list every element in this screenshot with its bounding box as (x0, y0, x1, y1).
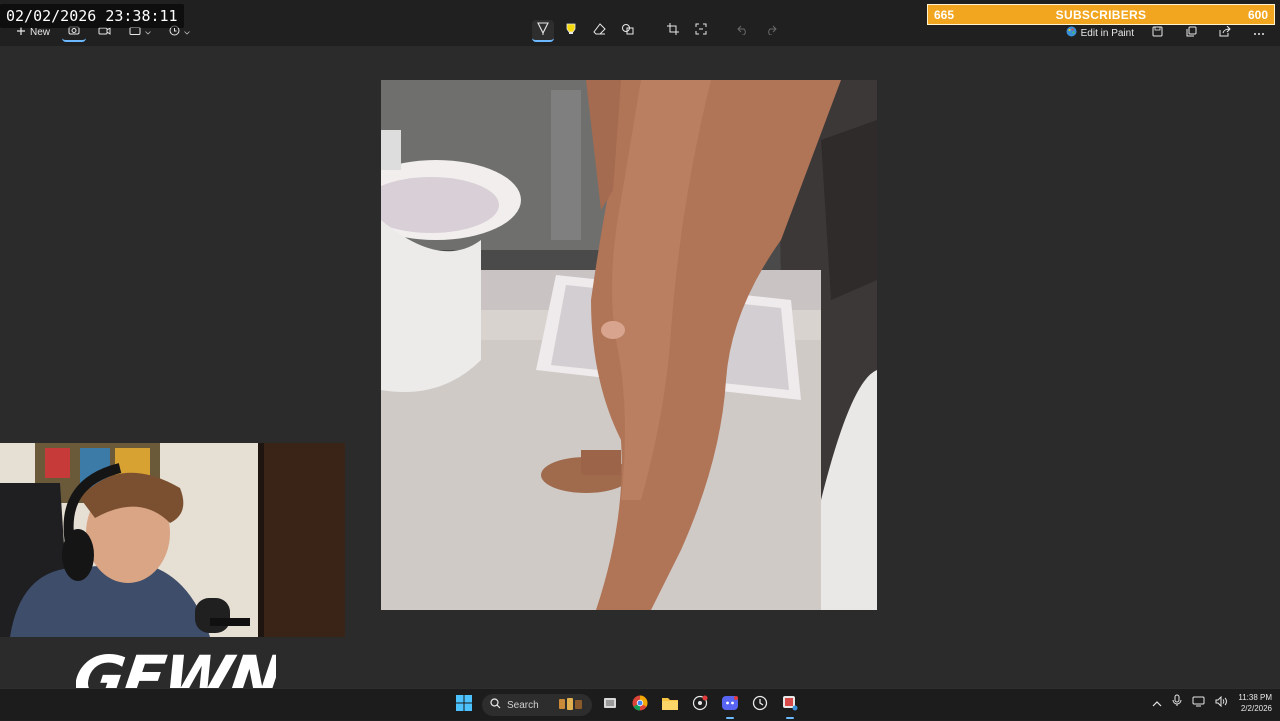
snipping-tool-icon (782, 695, 798, 716)
webcam-feed (0, 443, 345, 637)
webcam-illustration (0, 443, 345, 637)
more-icon (1253, 28, 1265, 39)
app-button[interactable] (688, 693, 712, 717)
more-options-button[interactable] (1248, 22, 1270, 44)
start-button[interactable] (452, 693, 476, 717)
file-explorer-button[interactable] (658, 693, 682, 717)
new-button-label: New (30, 26, 51, 38)
markup-tools (532, 20, 782, 42)
edit-in-paint-button[interactable]: Edit in Paint (1066, 26, 1134, 40)
microphone-icon[interactable] (1172, 694, 1182, 712)
chevron-down-icon (145, 27, 151, 38)
search-icon (490, 698, 501, 712)
toolbar-right: Edit in Paint (1066, 22, 1270, 44)
taskbar-apps: Search (452, 693, 802, 719)
eraser-button[interactable] (588, 20, 610, 42)
highlighter-icon (565, 22, 577, 41)
network-icon[interactable] (1192, 694, 1205, 712)
discord-button[interactable] (718, 693, 742, 719)
text-actions-button[interactable] (690, 20, 712, 42)
redo-button[interactable] (760, 20, 782, 42)
widgets-icon (558, 697, 584, 714)
chrome-button[interactable] (628, 693, 652, 717)
photo-illustration (381, 80, 877, 610)
captured-image (381, 80, 877, 610)
file-explorer-icon (662, 696, 678, 715)
shapes-button[interactable] (616, 20, 638, 42)
app-icon (692, 695, 708, 716)
volume-icon[interactable] (1215, 694, 1228, 712)
search-label: Search (507, 699, 539, 711)
edit-in-paint-label: Edit in Paint (1080, 27, 1134, 39)
save-icon (1152, 26, 1163, 40)
subscriber-goal-bar: 665 SUBSCRIBERS 600 (927, 4, 1275, 25)
shapes-icon (621, 22, 634, 40)
undo-button[interactable] (732, 20, 754, 42)
share-icon (1219, 25, 1231, 40)
highlighter-button[interactable] (560, 20, 582, 42)
clock-app-button[interactable] (748, 693, 772, 717)
copy-button[interactable] (1180, 22, 1202, 44)
timestamp-overlay: 02/02/2026 23:38:11 (0, 4, 184, 28)
redo-icon (765, 22, 777, 40)
task-view-icon (603, 696, 617, 714)
copy-icon (1186, 26, 1197, 40)
clock-time: 11:38 PM (1238, 693, 1272, 702)
task-view-button[interactable] (598, 693, 622, 717)
snipping-tool-window: New Edit in Paint 02/02/2026 23:38:11 66… (0, 0, 1280, 715)
subscriber-label: SUBSCRIBERS (1055, 7, 1147, 22)
ballpoint-pen-button[interactable] (532, 20, 554, 42)
taskbar-search[interactable]: Search (482, 694, 592, 716)
crop-icon (667, 22, 679, 40)
share-button[interactable] (1214, 22, 1236, 44)
chevron-up-icon[interactable] (1152, 694, 1162, 712)
undo-icon (737, 22, 749, 40)
start-icon (456, 694, 472, 716)
ballpoint-pen-icon (537, 21, 549, 40)
system-tray: 11:38 PM 2/2/2026 (1152, 692, 1272, 714)
eraser-icon (592, 22, 606, 40)
discord-icon (722, 695, 738, 715)
snipping-tool-button[interactable] (778, 693, 802, 719)
chevron-down-icon (184, 27, 190, 38)
text-actions-icon (695, 22, 707, 40)
taskbar-clock[interactable]: 11:38 PM 2/2/2026 (1238, 692, 1272, 714)
crop-button[interactable] (662, 20, 684, 42)
taskbar: Search 11:38 PM 2/2/2026 (0, 688, 1280, 720)
save-button[interactable] (1146, 22, 1168, 44)
clock-app-icon (752, 695, 768, 716)
paint-icon (1066, 26, 1077, 40)
chrome-icon (632, 695, 648, 716)
clock-date: 2/2/2026 (1240, 704, 1272, 713)
